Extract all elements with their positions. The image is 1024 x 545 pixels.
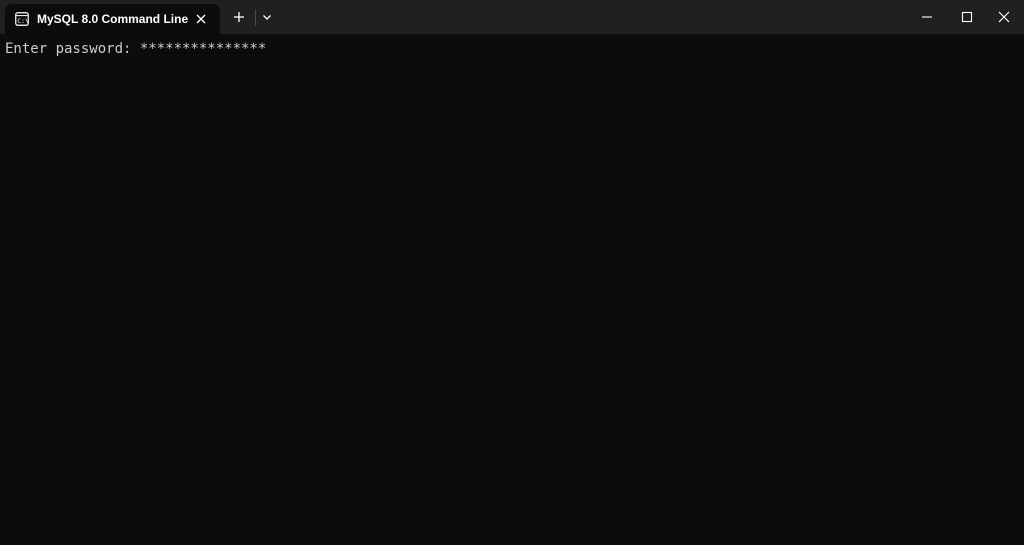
tab-close-icon[interactable] xyxy=(194,12,208,26)
terminal-window: C:\ MySQL 8.0 Command Line Client xyxy=(0,0,1024,545)
password-prompt: Enter password: xyxy=(5,41,140,57)
maximize-icon xyxy=(961,11,973,23)
close-icon xyxy=(998,11,1010,23)
close-button[interactable] xyxy=(980,0,1024,32)
svg-text:C:\: C:\ xyxy=(17,17,29,25)
tab-divider xyxy=(255,9,256,26)
masked-password-input[interactable]: *************** xyxy=(140,41,266,57)
minimize-icon xyxy=(922,16,932,18)
new-tab-plus-icon[interactable] xyxy=(231,9,247,25)
console-output[interactable]: Enter password: *************** xyxy=(0,34,1024,545)
tab-title: MySQL 8.0 Command Line Client xyxy=(37,12,189,26)
title-bar: C:\ MySQL 8.0 Command Line Client xyxy=(0,0,1024,34)
tab-mysql-client[interactable]: C:\ MySQL 8.0 Command Line Client xyxy=(5,4,220,34)
console-icon: C:\ xyxy=(15,12,29,26)
password-prompt-line: Enter password: *************** xyxy=(5,40,266,58)
chevron-down-icon[interactable] xyxy=(260,10,274,24)
